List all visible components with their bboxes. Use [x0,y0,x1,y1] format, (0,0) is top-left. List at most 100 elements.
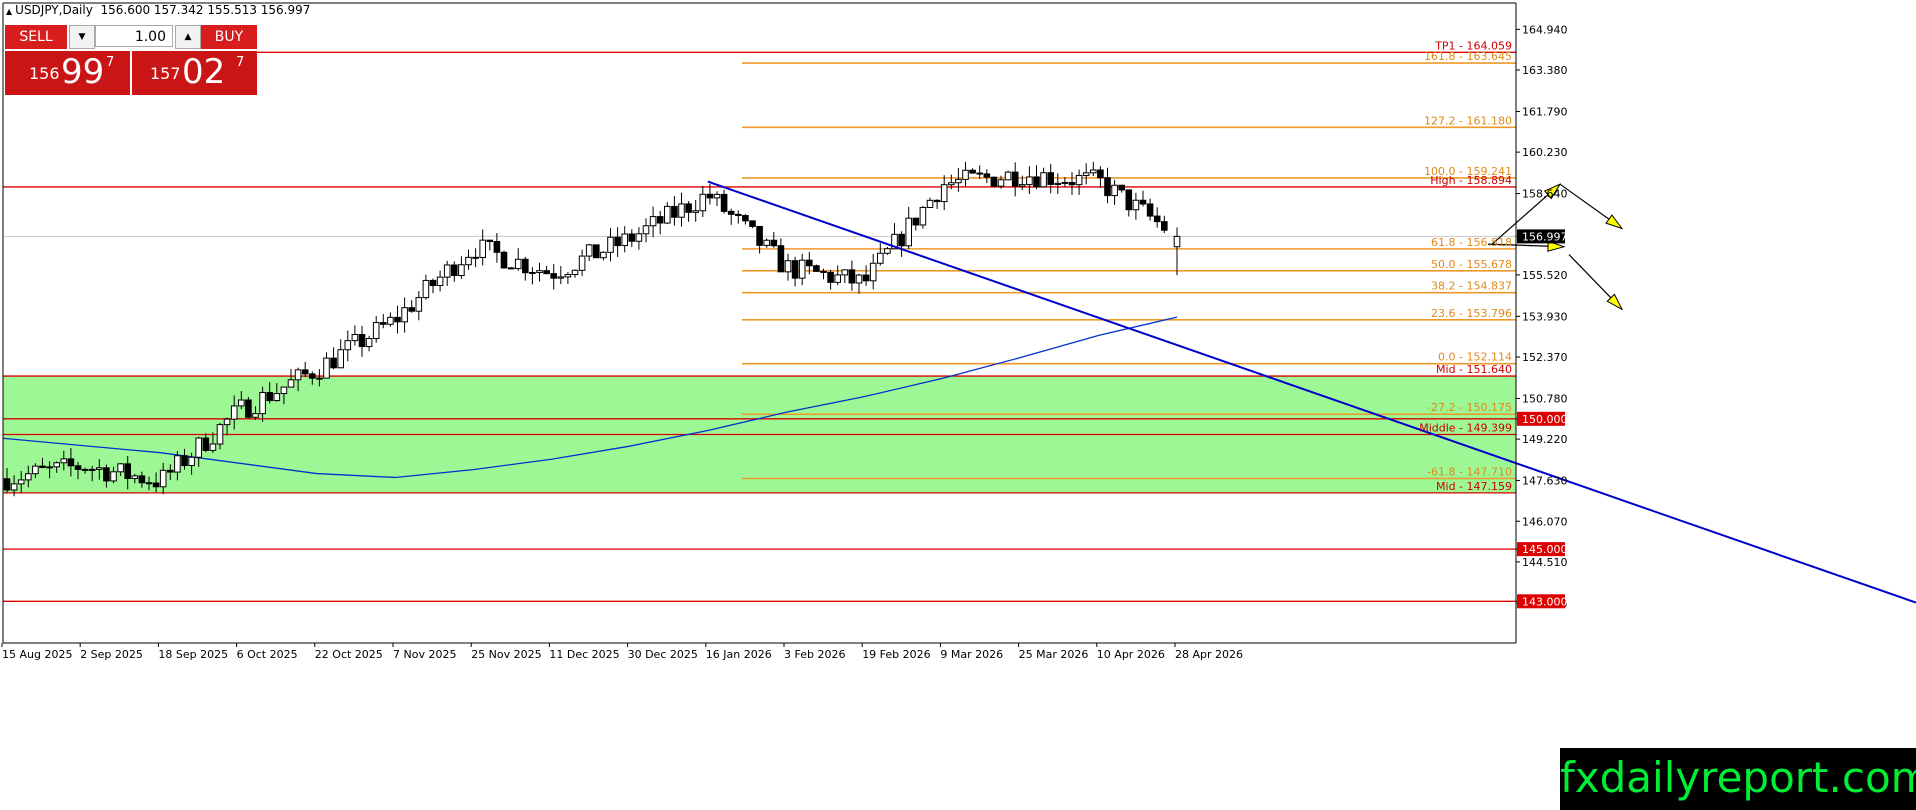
candle-bull [948,182,955,186]
candle-bear [1146,203,1154,217]
candle-bull [209,443,217,451]
fib-label: -27.2 - 150.175 [1427,401,1512,414]
candle-bull [585,244,593,257]
candle-bear [202,437,210,451]
candle-bull [798,259,806,279]
candle-bull [884,248,891,254]
candle-bull [96,467,103,470]
candle-bull [316,377,323,380]
candle-bull [1090,169,1097,174]
x-tick-label: 2 Sep 2025 [80,648,143,661]
candle-bull [877,252,884,264]
candle-bear [1068,181,1076,186]
candle-bear [685,203,692,213]
candle-bull [919,206,927,226]
red-level-label: TP1 - 164.059 [1434,39,1512,52]
candle-bull [635,233,643,242]
candle-bull [216,424,224,445]
candle-bull [1075,174,1083,186]
buy-price-prefix: 157 [150,64,181,83]
candle-bear [1104,177,1111,197]
x-tick-label: 11 Dec 2025 [549,648,619,661]
candle-bull [692,210,700,213]
y-tick-label: 164.940 [1522,23,1568,36]
x-tick-label: 25 Nov 2025 [471,648,541,661]
candle-bull [564,274,572,278]
candle-bear [720,193,728,212]
y-tick-label: 158.640 [1522,188,1568,201]
fib-label: 23.6 - 153.796 [1431,307,1512,320]
candle-bear [103,467,110,482]
candle-bull [351,333,359,342]
lot-increase-button[interactable]: ▲ [175,25,201,49]
candle-bull [678,203,685,218]
candle-bull [415,297,423,312]
candle-bull [88,468,96,471]
candle-bear [486,239,494,243]
candle-bear [1033,176,1040,188]
candle-bull [273,393,281,402]
candle-bull [905,217,913,247]
x-tick-label: 3 Feb 2026 [784,648,845,661]
candle-bull [664,205,671,224]
candle-bear [820,270,827,273]
candle-bull [372,322,380,340]
buy-price-sup: 7 [236,55,245,70]
x-tick-label: 15 Aug 2025 [2,648,72,661]
candle-bear [550,273,558,279]
y-tick-label: 149.220 [1522,433,1568,446]
candle-bull [159,469,167,488]
sell-price-big: 99 [61,52,105,92]
sell-price-box[interactable]: 156 99 7 [5,51,130,95]
candle-bear [756,225,763,246]
candle-bull [607,236,614,253]
candle-bear [848,269,856,284]
candle-bull [230,405,238,420]
buy-button[interactable]: BUY [201,25,257,49]
candle-bear [74,465,82,470]
x-tick-label: 18 Sep 2025 [158,648,228,661]
sell-button[interactable]: SELL [5,25,67,49]
candle-bull [365,338,373,348]
x-tick-label: 7 Nov 2025 [393,648,456,661]
candle-bull [259,392,266,415]
brand-watermark: fxdailyreport.com [1560,748,1916,810]
candle-bear [145,482,153,485]
candle-bear [522,258,529,274]
candle-bull [110,471,117,482]
candle-bull [1132,199,1140,211]
candle-bear [493,241,501,253]
candle-bull [514,258,522,270]
lot-size-input[interactable]: 1.00 [95,25,173,47]
candle-bull [713,193,721,199]
candle-bull [926,199,934,208]
candle-bull [869,262,877,282]
candle-bull [642,225,650,235]
candle-bear [898,233,905,247]
candle-bear [749,220,756,227]
lot-decrease-button[interactable]: ▼ [69,25,95,49]
candle-bear [706,193,714,199]
price-chart: 161.8 - 163.645127.2 - 161.180100.0 - 15… [0,0,1916,810]
candle-bull [53,462,61,468]
candle-bull [46,466,53,469]
candle-bear [500,251,508,269]
x-tick-label: 16 Jan 2026 [706,648,772,661]
candle-bear [671,205,678,218]
candle-bear [862,274,870,282]
candle-bull [280,386,288,395]
candle-bear [380,322,387,325]
candle-bear [451,264,458,277]
symbol-label: USDJPY,Daily [15,3,93,17]
red-level-label: Middle - 149.399 [1419,421,1512,434]
candle-bull [841,269,849,276]
candle-bear [593,244,600,259]
buy-price-box[interactable]: 157 02 7 [132,51,257,95]
y-tick-label: 144.510 [1522,556,1568,569]
candle-bull [1004,171,1012,181]
candle-bull [1040,172,1047,188]
candle-bull [443,264,451,278]
buy-price-big: 02 [182,52,226,92]
candle-bear [67,458,75,467]
y-tick-label: 147.630 [1522,475,1568,488]
